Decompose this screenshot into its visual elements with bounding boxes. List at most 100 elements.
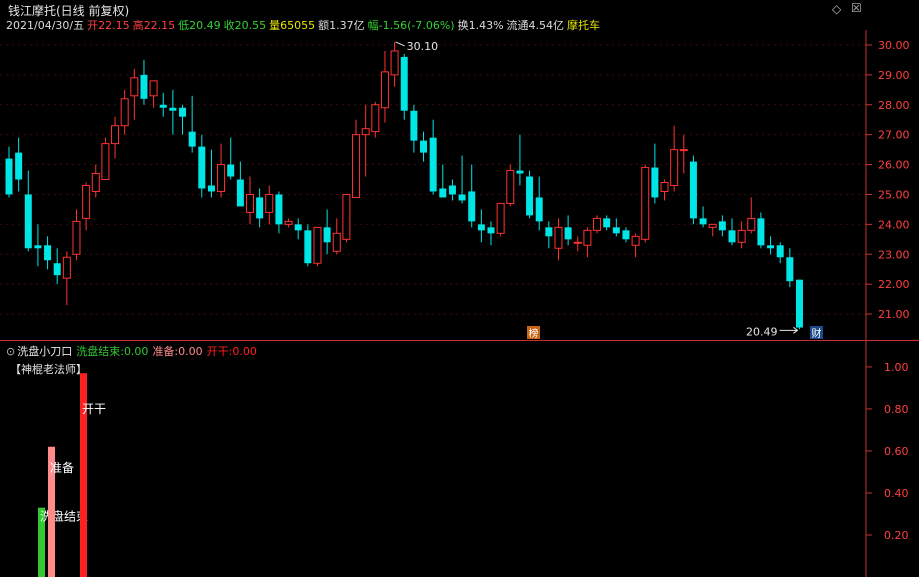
candle[interactable] (641, 164, 650, 243)
candle[interactable] (439, 164, 447, 198)
candle[interactable] (323, 209, 331, 255)
candle[interactable] (767, 236, 775, 255)
candle[interactable] (487, 221, 495, 246)
candle[interactable] (737, 221, 746, 249)
candle[interactable] (564, 215, 572, 246)
ind-y-tick-label: 1.00 (884, 361, 909, 374)
candle[interactable] (313, 226, 322, 267)
candle[interactable] (583, 227, 592, 258)
candle[interactable] (747, 197, 756, 234)
candle[interactable] (130, 68, 139, 120)
candle[interactable] (179, 104, 187, 135)
candle[interactable] (361, 104, 370, 177)
candle[interactable] (757, 212, 765, 249)
y-tick-label: 28.00 (878, 99, 910, 112)
indicator-chart[interactable]: 1.000.800.600.400.20 洗盘结束准备开干 (0, 340, 919, 577)
candle[interactable] (120, 89, 129, 135)
candle[interactable] (227, 137, 235, 180)
candle[interactable] (708, 223, 717, 237)
candle[interactable] (622, 227, 630, 243)
low-price-marker: 20.49 (746, 325, 778, 338)
candle[interactable] (342, 193, 351, 243)
candle[interactable] (516, 134, 524, 186)
candle[interactable] (352, 119, 361, 198)
candle[interactable] (496, 202, 505, 237)
candle[interactable] (631, 233, 640, 258)
candle[interactable] (91, 164, 100, 198)
candle[interactable] (477, 209, 485, 243)
candle[interactable] (140, 59, 148, 105)
candle[interactable] (304, 224, 312, 267)
bang-badge[interactable]: 榜 (529, 327, 539, 340)
candle[interactable] (458, 155, 466, 204)
ind-y-tick-label: 0.80 (884, 403, 909, 416)
candle[interactable] (699, 206, 707, 228)
candle[interactable] (689, 155, 697, 225)
candle[interactable] (410, 104, 418, 153)
candle[interactable] (256, 188, 264, 228)
candle[interactable] (535, 176, 543, 231)
candle[interactable] (573, 236, 582, 252)
candlestick-chart[interactable]: 30.00 29.00 28.00 27.00 26.00 25.00 24.00 23.00… (0, 0, 919, 340)
candle[interactable] (651, 143, 659, 204)
candle[interactable] (217, 143, 226, 198)
candle[interactable] (593, 215, 602, 234)
candle[interactable] (198, 134, 206, 198)
candle[interactable] (400, 53, 408, 120)
candle[interactable] (111, 116, 120, 159)
candle[interactable] (5, 146, 13, 198)
candle[interactable] (82, 182, 91, 231)
candle[interactable] (795, 279, 803, 330)
candle[interactable] (149, 80, 158, 108)
candle[interactable] (53, 248, 61, 285)
candle[interactable] (506, 164, 515, 207)
candle[interactable] (660, 179, 669, 201)
ind-y-tick-label: 0.20 (884, 529, 909, 542)
candle[interactable] (169, 89, 177, 135)
candle[interactable] (34, 224, 42, 267)
ind-y-tick-label: 0.40 (884, 487, 909, 500)
candle[interactable] (236, 161, 244, 207)
candle[interactable] (728, 218, 736, 246)
candle[interactable] (776, 242, 784, 264)
candle[interactable] (294, 218, 302, 240)
candle[interactable] (390, 41, 399, 87)
y-tick-label: 21.00 (878, 308, 910, 321)
candle[interactable] (72, 209, 81, 261)
candle[interactable] (545, 221, 553, 249)
candle[interactable] (44, 236, 52, 270)
candle[interactable] (420, 131, 428, 162)
candle[interactable] (380, 50, 389, 123)
candle[interactable] (275, 191, 283, 234)
y-tick-label: 25.00 (878, 188, 910, 201)
candle[interactable] (332, 218, 341, 255)
candle[interactable] (612, 218, 620, 237)
candle[interactable] (62, 251, 71, 306)
candle[interactable] (679, 134, 688, 174)
y-tick-label: 22.00 (878, 278, 910, 291)
y-tick-label: 29.00 (878, 69, 910, 82)
ind-y-tick-label: 0.60 (884, 445, 909, 458)
candle[interactable] (448, 179, 456, 201)
candle[interactable] (371, 101, 380, 138)
high-price-marker: 30.10 (407, 40, 439, 53)
candle[interactable] (429, 119, 437, 195)
candle[interactable] (526, 170, 534, 219)
candle[interactable] (15, 137, 23, 192)
candle[interactable] (24, 170, 32, 252)
candle[interactable] (603, 215, 611, 231)
candle[interactable] (718, 215, 726, 237)
candle[interactable] (207, 149, 215, 198)
candle[interactable] (188, 95, 196, 153)
candle[interactable] (246, 176, 254, 225)
candle[interactable] (670, 125, 679, 192)
candle[interactable] (284, 218, 293, 228)
candle[interactable] (101, 137, 110, 181)
y-tick-label: 24.00 (878, 218, 910, 231)
cai-badge[interactable]: 财 (812, 327, 822, 340)
candle[interactable] (265, 185, 274, 225)
candle[interactable] (554, 218, 563, 261)
candle[interactable] (159, 92, 167, 117)
y-tick-label: 27.00 (878, 129, 910, 142)
candle[interactable] (468, 164, 476, 228)
